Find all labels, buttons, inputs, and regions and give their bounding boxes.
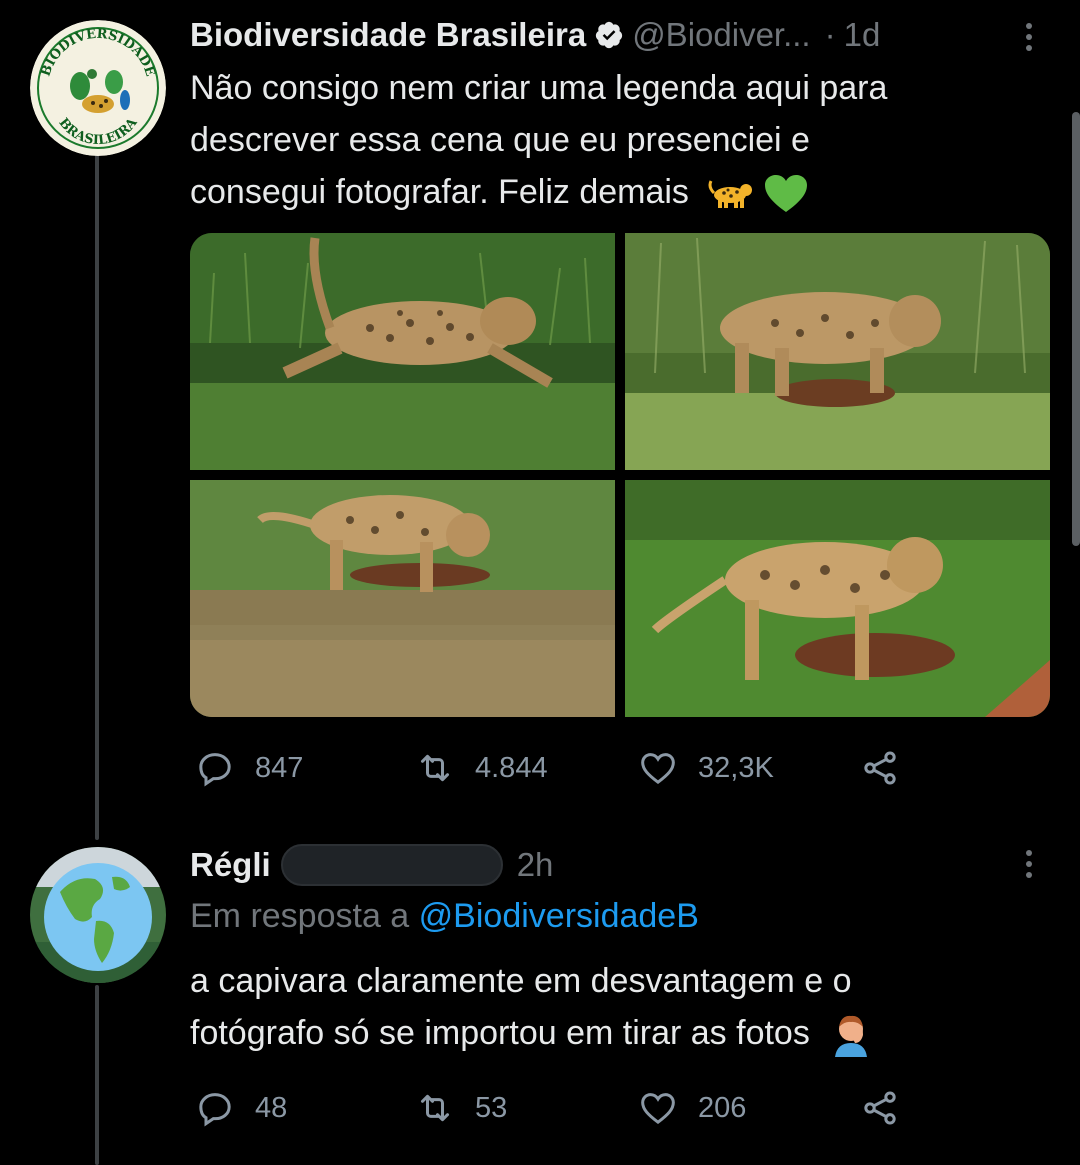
retweet-count: 4.844 — [475, 751, 548, 784]
reply-text-line-2: fotógrafo só se importou em tirar as fot… — [190, 1014, 810, 1052]
scrollbar[interactable] — [1072, 112, 1080, 546]
reply-text-line: a capivara claramente em desvantagem e o — [190, 962, 852, 1000]
redacted-handle — [280, 844, 503, 886]
display-name[interactable]: Biodiversidade Brasileira — [190, 16, 586, 54]
share-button[interactable] — [858, 748, 902, 788]
reply-retweet-count: 53 — [475, 1091, 508, 1124]
heart-icon — [641, 753, 675, 785]
reply-header: Régli 2h — [190, 843, 553, 887]
tweet-text-line: consegui fotografar. Feliz demais — [190, 166, 1040, 218]
reply-like-button[interactable]: 206 — [636, 1088, 746, 1128]
reply-like-count: 206 — [698, 1091, 747, 1124]
reply-button[interactable]: 847 — [193, 748, 303, 788]
share-icon — [864, 751, 896, 785]
thread-line-top — [95, 150, 99, 840]
thread-line-bottom — [95, 985, 99, 1165]
reply-share-button[interactable] — [858, 1088, 902, 1128]
more-options-icon[interactable] — [1026, 23, 1032, 51]
photo-2[interactable] — [625, 233, 1050, 470]
photo-1[interactable] — [190, 233, 615, 470]
like-button[interactable]: 32,3K — [636, 748, 774, 788]
photo-4[interactable] — [625, 480, 1050, 717]
green-heart-emoji — [764, 175, 807, 213]
tweet-text-line-3: consegui fotografar. Feliz demais — [190, 173, 689, 211]
retweet-button[interactable]: 4.844 — [413, 748, 548, 788]
retweet-icon — [421, 1094, 449, 1122]
leopard-emoji — [708, 180, 753, 209]
verified-badge-icon — [596, 21, 623, 49]
photo-3[interactable] — [190, 480, 615, 717]
reply-reply-count: 48 — [255, 1091, 288, 1124]
reply-more-options-icon[interactable] — [1026, 850, 1032, 878]
share-icon — [864, 1091, 896, 1125]
face-palm-emoji — [835, 1015, 868, 1058]
handle[interactable]: @Biodiver... — [632, 16, 810, 54]
timestamp[interactable]: 1d — [844, 16, 881, 54]
reply-avatar[interactable] — [30, 847, 166, 983]
tweet-header: Biodiversidade Brasileira @Biodiver... ·… — [190, 14, 880, 56]
like-count: 32,3K — [698, 751, 774, 784]
reply-prefix: Em resposta a — [190, 897, 410, 935]
reply-timestamp[interactable]: 2h — [517, 846, 554, 884]
reply-retweet-button[interactable]: 53 — [413, 1088, 507, 1128]
tweet-text-line: descrever essa cena que eu presenciei e — [190, 121, 810, 159]
reply-text-line: fotógrafo só se importou em tirar as fot… — [190, 1007, 1040, 1059]
avatar[interactable]: BIODIVERSIDADE BRASILEIRA — [30, 20, 166, 156]
reply-reply-button[interactable]: 48 — [193, 1088, 287, 1128]
reply-context: Em resposta a @BiodiversidadeB — [190, 897, 699, 936]
reply-text: a capivara claramente em desvantagem e o… — [190, 955, 1040, 1059]
retweet-icon — [421, 754, 449, 782]
media-grid — [190, 233, 1050, 717]
reply-count: 847 — [255, 751, 304, 784]
time-separator: · — [824, 16, 836, 53]
reply-to-handle-link[interactable]: @BiodiversidadeB — [419, 897, 699, 935]
tweet-text-line: Não consigo nem criar uma legenda aqui p… — [190, 69, 888, 107]
reply-display-name[interactable]: Régli — [190, 846, 271, 884]
reply-icon — [199, 1093, 231, 1127]
tweet-text: Não consigo nem criar uma legenda aqui p… — [190, 62, 1040, 218]
reply-icon — [199, 753, 231, 787]
heart-icon — [641, 1093, 675, 1125]
